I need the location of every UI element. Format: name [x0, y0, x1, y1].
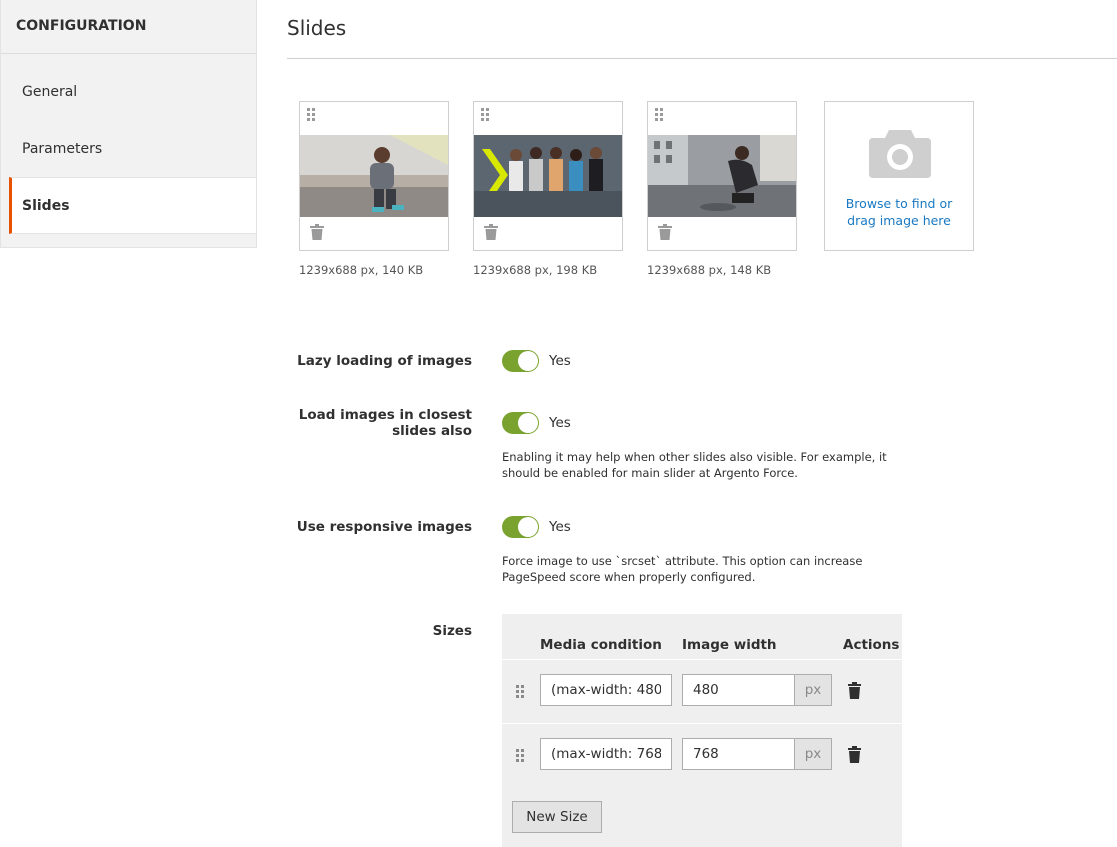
- closest-slides-note-line2: should be enabled for main slider at Arg…: [502, 466, 798, 480]
- new-size-button[interactable]: New Size: [512, 801, 602, 833]
- upload-text-line1: Browse to find or: [845, 196, 953, 211]
- camera-icon: [869, 126, 931, 182]
- image-width-input[interactable]: [682, 674, 795, 706]
- drag-handle-icon[interactable]: [516, 685, 526, 701]
- closest-slides-label-line2: slides also: [392, 423, 472, 439]
- drag-handle-icon[interactable]: [481, 108, 491, 124]
- lazy-loading-toggle[interactable]: [502, 350, 539, 372]
- responsive-images-note: Force image to use `srcset` attribute. T…: [502, 553, 892, 585]
- media-condition-input[interactable]: [540, 674, 672, 706]
- upload-text-line2: drag image here: [847, 213, 951, 228]
- lazy-loading-label: Lazy loading of images: [297, 353, 472, 369]
- delete-row-icon[interactable]: [848, 682, 861, 699]
- closest-slides-label: Load images in closest slides also: [299, 407, 472, 439]
- unit-addon: px: [794, 674, 832, 706]
- responsive-images-value: Yes: [549, 519, 571, 535]
- drag-handle-icon[interactable]: [307, 108, 317, 124]
- image-info: 1239x688 px, 140 KB: [299, 263, 424, 277]
- image-info: 1239x688 px, 148 KB: [647, 263, 772, 277]
- drag-handle-icon[interactable]: [655, 108, 665, 124]
- sizes-label: Sizes: [432, 623, 472, 639]
- config-sidebar: CONFIGURATION General Parameters Slides: [0, 0, 257, 248]
- closest-slides-note: Enabling it may help when other slides a…: [502, 449, 892, 481]
- sidebar-item-parameters[interactable]: Parameters: [9, 120, 256, 177]
- sidebar-item-label: Parameters: [22, 140, 103, 157]
- upload-link[interactable]: Browse to find or drag image here: [825, 195, 973, 229]
- sidebar-item-slides[interactable]: Slides: [9, 177, 256, 234]
- image-width-input[interactable]: [682, 738, 795, 770]
- slide-image-card[interactable]: [473, 101, 623, 251]
- column-header-actions: Actions: [843, 637, 900, 653]
- media-condition-input[interactable]: [540, 738, 672, 770]
- slide-thumbnail: [474, 135, 622, 217]
- page-title: Slides: [287, 16, 347, 40]
- image-info: 1239x688 px, 198 KB: [473, 263, 598, 277]
- slide-image-card[interactable]: [647, 101, 797, 251]
- table-row: px: [502, 659, 902, 721]
- sidebar-item-label: General: [22, 83, 78, 100]
- closest-slides-toggle[interactable]: [502, 412, 539, 434]
- sidebar-heading: CONFIGURATION: [1, 0, 256, 54]
- delete-image-icon[interactable]: [310, 224, 324, 240]
- sidebar-item-general[interactable]: General: [9, 63, 256, 120]
- drag-handle-icon[interactable]: [516, 749, 526, 765]
- column-header-media: Media condition: [540, 637, 662, 653]
- sizes-table: Media condition Image width Actions px p…: [502, 614, 902, 847]
- column-header-width: Image width: [682, 637, 777, 653]
- table-row: px: [502, 723, 902, 785]
- closest-slides-label-line1: Load images in closest: [298, 407, 472, 423]
- delete-row-icon[interactable]: [848, 746, 861, 763]
- lazy-loading-value: Yes: [549, 353, 571, 369]
- image-upload-dropzone[interactable]: Browse to find or drag image here: [824, 101, 974, 251]
- title-divider: [287, 58, 1117, 59]
- unit-addon: px: [794, 738, 832, 770]
- responsive-images-note-line2: PageSpeed score when properly configured…: [502, 570, 756, 584]
- closest-slides-value: Yes: [549, 415, 571, 431]
- delete-image-icon[interactable]: [484, 224, 498, 240]
- sidebar-item-label: Slides: [22, 197, 70, 214]
- slide-image-card[interactable]: [299, 101, 449, 251]
- responsive-images-label: Use responsive images: [296, 519, 472, 535]
- responsive-images-note-line1: Force image to use `srcset` attribute. T…: [502, 554, 863, 568]
- responsive-images-toggle[interactable]: [502, 516, 539, 538]
- slide-thumbnail: [648, 135, 796, 217]
- delete-image-icon[interactable]: [658, 224, 672, 240]
- closest-slides-note-line1: Enabling it may help when other slides a…: [502, 450, 887, 464]
- slide-thumbnail: [300, 135, 448, 217]
